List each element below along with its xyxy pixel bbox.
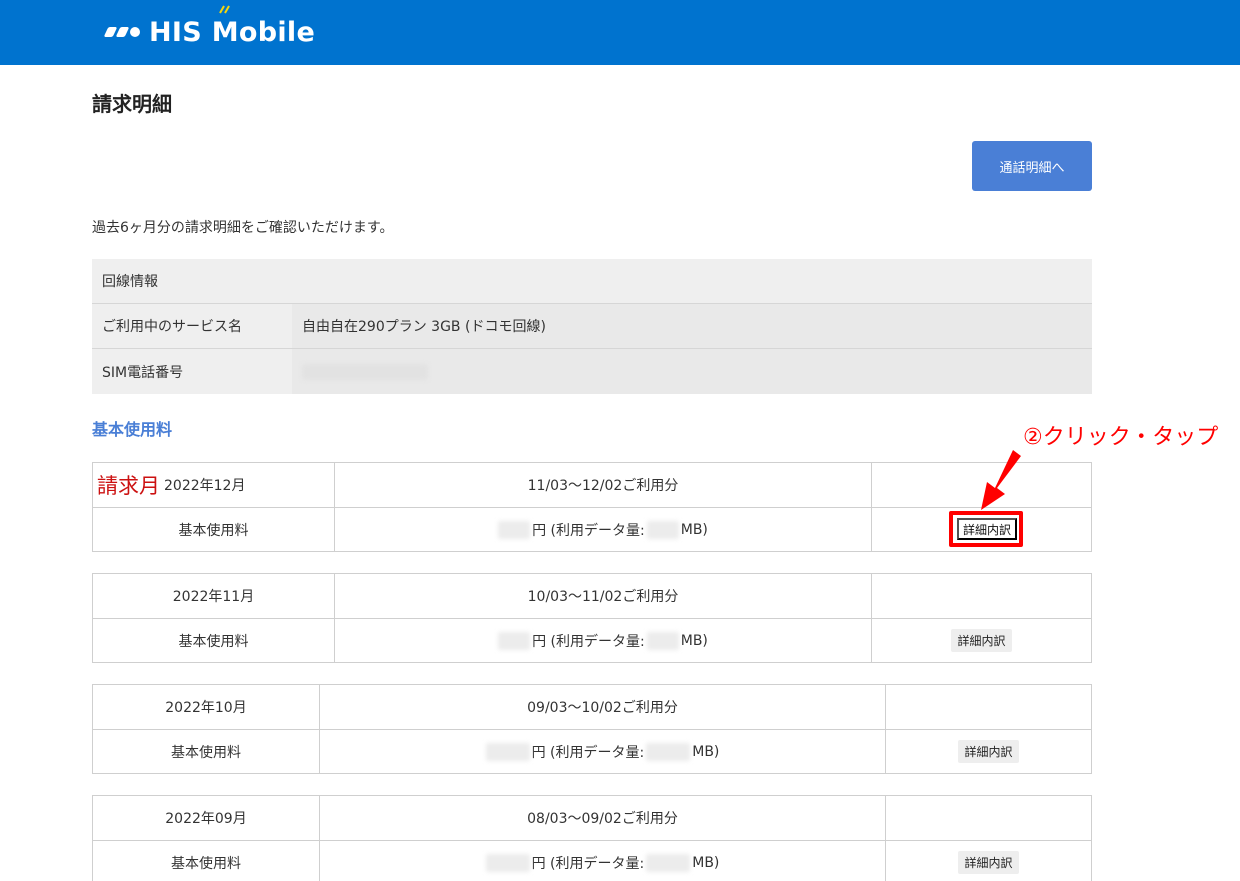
- detail-cell: 詳細内訳: [885, 841, 1091, 881]
- bill-period: 09/03～10/02ご利用分: [527, 700, 678, 716]
- fee-label: 基本使用料: [93, 730, 320, 773]
- bill-fee-row: 基本使用料 円 (利用データ量: MB) 詳細内訳: [93, 840, 1091, 881]
- mb-text: MB): [692, 854, 720, 871]
- fee-label: 基本使用料: [93, 619, 335, 662]
- bill-empty-cell: [885, 796, 1091, 840]
- redacted-data-usage: [646, 631, 679, 650]
- redacted-data-usage: [646, 742, 691, 761]
- line-info-heading: 回線情報: [102, 274, 158, 290]
- bill-month: 2022年11月: [93, 574, 335, 618]
- service-label: ご利用中のサービス名: [102, 319, 242, 335]
- fee-amount-cell: 円 (利用データ量: MB): [320, 841, 885, 881]
- bill-empty-cell: [871, 574, 1091, 618]
- yen-text: 円 (利用データ量:: [532, 633, 645, 650]
- line-info-table: 回線情報 ご利用中のサービス名 自由自在290プラン 3GB (ドコモ回線) S…: [92, 259, 1092, 394]
- bill-header-row: 請求月 2022年12月 11/03～12/02ご利用分: [93, 463, 1091, 507]
- annotation-instruction: ②クリック・タップ: [1023, 425, 1219, 450]
- bill-month: 2022年12月: [164, 478, 246, 494]
- annotation-arrow-icon: [981, 450, 1021, 510]
- bill-empty-cell: [885, 685, 1091, 729]
- logo-spark-icon: [219, 5, 230, 14]
- yen-text: 円 (利用データ量:: [531, 855, 645, 872]
- yen-text: 円 (利用データ量:: [531, 744, 645, 761]
- sim-value: [292, 349, 1092, 394]
- bill-fee-row: 基本使用料 円 (利用データ量: MB) 詳細内訳: [93, 618, 1091, 662]
- fee-label: 基本使用料: [93, 841, 320, 881]
- bill-fee-row: 基本使用料 円 (利用データ量: MB) 詳細内訳: [93, 729, 1091, 773]
- call-detail-button[interactable]: 通話明細へ: [972, 141, 1092, 191]
- site-header: HIS Mobile: [0, 0, 1240, 65]
- yen-text: 円 (利用データ量:: [532, 522, 645, 539]
- bill-table: 2022年09月 08/03～09/02ご利用分 基本使用料 円 (利用データ量…: [92, 795, 1092, 881]
- redacted-amount: [498, 631, 531, 650]
- mb-text: MB): [692, 743, 720, 760]
- page-title: 請求明細: [92, 92, 172, 116]
- service-row: ご利用中のサービス名 自由自在290プラン 3GB (ドコモ回線): [92, 304, 1092, 349]
- bill-header-row: 2022年10月 09/03～10/02ご利用分: [93, 685, 1091, 729]
- bill-month: 2022年09月: [93, 796, 320, 840]
- mb-text: MB): [680, 521, 708, 538]
- detail-breakdown-button[interactable]: 詳細内訳: [951, 629, 1012, 652]
- intro-text: 過去6ヶ月分の請求明細をご確認いただけます。: [92, 220, 394, 236]
- logo-mark-icon: [103, 27, 143, 37]
- bill-period: 08/03～09/02ご利用分: [527, 811, 678, 827]
- sim-row: SIM電話番号: [92, 349, 1092, 394]
- bill-period: 11/03～12/02ご利用分: [527, 478, 679, 494]
- section-title: 基本使用料: [92, 420, 173, 439]
- fee-amount-cell: 円 (利用データ量: MB): [335, 619, 871, 662]
- service-value: 自由自在290プラン 3GB (ドコモ回線): [292, 304, 1092, 348]
- annotation-billing-month: 請求月: [97, 474, 160, 498]
- logo-text: HIS Mobile: [149, 16, 316, 48]
- detail-breakdown-button[interactable]: 詳細内訳: [957, 518, 1017, 540]
- bill-table: 2022年11月 10/03～11/02ご利用分 基本使用料 円 (利用データ量…: [92, 573, 1092, 663]
- detail-breakdown-button[interactable]: 詳細内訳: [958, 740, 1019, 763]
- detail-breakdown-button[interactable]: 詳細内訳: [958, 851, 1019, 874]
- bill-month: 2022年10月: [93, 685, 320, 729]
- fee-label: 基本使用料: [93, 508, 335, 551]
- bill-table: 請求月 2022年12月 11/03～12/02ご利用分 基本使用料 円 (利用…: [92, 462, 1092, 552]
- fee-amount-cell: 円 (利用データ量: MB): [335, 508, 871, 551]
- redacted-amount: [485, 742, 530, 761]
- line-info-heading-row: 回線情報: [92, 259, 1092, 304]
- detail-cell: 詳細内訳: [871, 619, 1091, 662]
- redacted-data-usage: [646, 520, 679, 539]
- bill-month-cell: 請求月 2022年12月: [93, 463, 335, 507]
- redacted-phone-number: [302, 363, 428, 380]
- detail-cell: 詳細内訳: [885, 730, 1091, 773]
- bill-header-row: 2022年11月 10/03～11/02ご利用分: [93, 574, 1091, 618]
- mb-text: MB): [680, 632, 708, 649]
- his-mobile-logo[interactable]: HIS Mobile: [103, 5, 316, 52]
- redacted-data-usage: [646, 853, 691, 872]
- redacted-amount: [498, 520, 531, 539]
- bill-header-row: 2022年09月 08/03～09/02ご利用分: [93, 796, 1091, 840]
- fee-amount-cell: 円 (利用データ量: MB): [320, 730, 885, 773]
- bill-period: 10/03～11/02ご利用分: [527, 589, 679, 605]
- sim-label: SIM電話番号: [102, 364, 184, 381]
- bill-table: 2022年10月 09/03～10/02ご利用分 基本使用料 円 (利用データ量…: [92, 684, 1092, 774]
- bill-fee-row: 基本使用料 円 (利用データ量: MB): [93, 507, 1091, 551]
- redacted-amount: [485, 853, 530, 872]
